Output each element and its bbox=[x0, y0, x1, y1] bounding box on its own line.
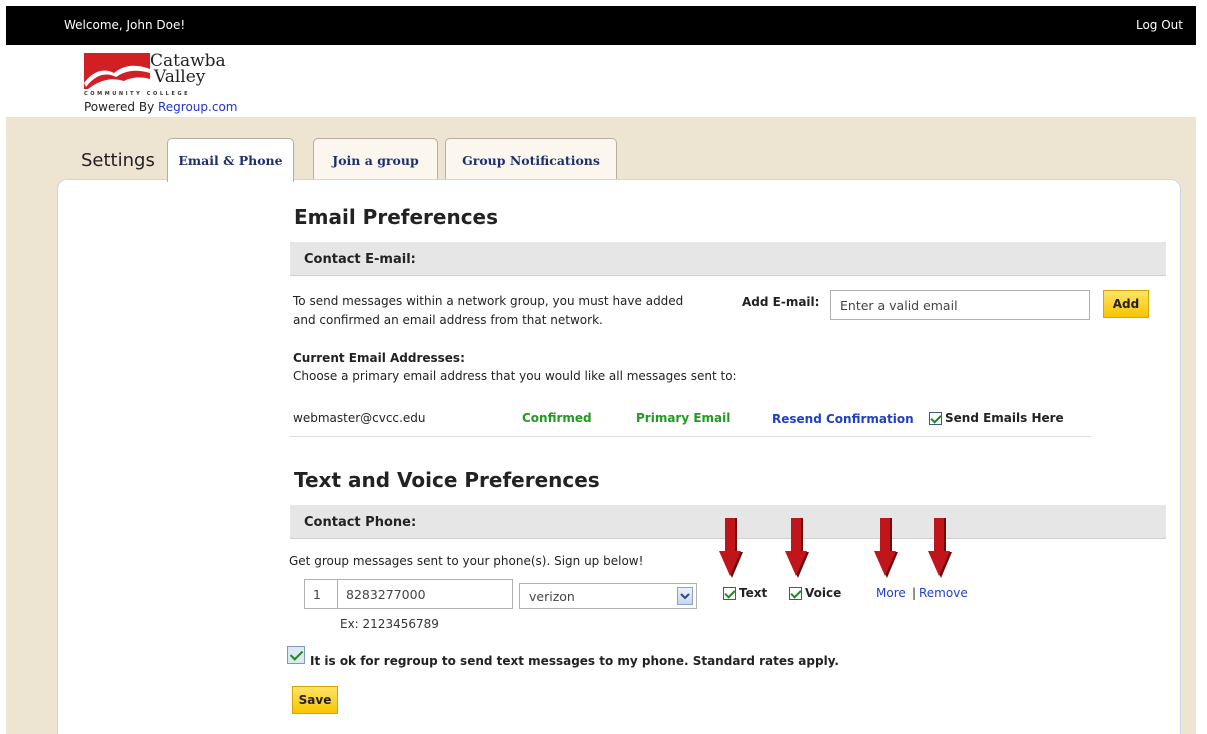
contact-phone-label: Contact Phone: bbox=[304, 515, 417, 530]
send-emails-here-label: Send Emails Here bbox=[945, 411, 1064, 425]
college-name: Catawba Valley bbox=[150, 53, 226, 87]
resend-confirmation-link[interactable]: Resend Confirmation bbox=[772, 410, 914, 428]
phone-example: Ex: 2123456789 bbox=[340, 617, 439, 631]
link-separator: | bbox=[912, 586, 917, 600]
text-label: Text bbox=[739, 586, 768, 600]
primary-email-label: Primary Email bbox=[636, 411, 731, 425]
red-down-arrow-icon bbox=[785, 518, 809, 578]
text-voice-preferences-heading: Text and Voice Preferences bbox=[294, 468, 600, 492]
college-logo-icon bbox=[84, 53, 150, 89]
regroup-link[interactable]: Regroup.com bbox=[158, 100, 237, 114]
remove-link[interactable]: Remove bbox=[919, 584, 968, 602]
red-down-arrow-icon bbox=[928, 518, 952, 578]
carrier-value: verizon bbox=[529, 589, 575, 604]
carrier-select[interactable]: verizon bbox=[519, 583, 697, 609]
current-email-heading: Current Email Addresses: bbox=[293, 351, 465, 365]
powered-by: Powered By Regroup.com bbox=[84, 100, 237, 114]
red-down-arrow-icon bbox=[874, 518, 898, 578]
tab-join-group[interactable]: Join a group bbox=[313, 138, 438, 180]
tab-group-notifications[interactable]: Group Notifications bbox=[445, 138, 617, 180]
send-emails-here-checkbox[interactable] bbox=[929, 412, 942, 425]
email-description-line2: and confirmed an email address from that… bbox=[293, 313, 603, 327]
save-button[interactable]: Save bbox=[292, 686, 338, 714]
contact-email-label: Contact E-mail: bbox=[304, 252, 416, 267]
college-subtitle: COMMUNITY COLLEGE bbox=[84, 91, 191, 97]
add-email-label: Add E-mail: bbox=[742, 295, 820, 309]
email-input-placeholder: Enter a valid email bbox=[840, 298, 958, 313]
red-down-arrow-icon bbox=[719, 518, 743, 578]
phone-number-value: 8283277000 bbox=[346, 587, 426, 602]
powered-by-label: Powered By bbox=[84, 100, 155, 114]
chevron-down-icon[interactable] bbox=[677, 587, 693, 605]
welcome-message: Welcome, John Doe! bbox=[64, 18, 186, 32]
email-address: webmaster@cvcc.edu bbox=[293, 411, 426, 425]
phone-instruction: Get group messages sent to your phone(s)… bbox=[289, 554, 644, 568]
text-checkbox[interactable] bbox=[723, 587, 736, 600]
country-code-value: 1 bbox=[313, 587, 321, 602]
voice-checkbox[interactable] bbox=[789, 587, 802, 600]
voice-label: Voice bbox=[805, 586, 842, 600]
email-description-line1: To send messages within a network group,… bbox=[293, 294, 684, 308]
tab-email-phone[interactable]: Email & Phone bbox=[167, 138, 294, 182]
email-preferences-heading: Email Preferences bbox=[294, 205, 499, 229]
phone-number-input[interactable]: 1 8283277000 bbox=[304, 579, 513, 609]
more-link[interactable]: More bbox=[876, 584, 906, 602]
email-status-confirmed: Confirmed bbox=[522, 411, 592, 425]
logout-link[interactable]: Log Out bbox=[1136, 18, 1183, 32]
college-name-line2: Valley bbox=[154, 67, 206, 87]
email-row-divider bbox=[290, 436, 1091, 437]
settings-title: Settings bbox=[81, 150, 155, 171]
country-code-divider bbox=[337, 580, 338, 608]
top-bar: Welcome, John Doe! Log Out bbox=[6, 6, 1196, 45]
contact-email-bar: Contact E-mail: bbox=[290, 242, 1166, 276]
add-email-button[interactable]: Add bbox=[1103, 290, 1149, 318]
email-input[interactable]: Enter a valid email bbox=[830, 290, 1090, 320]
current-email-instruction: Choose a primary email address that you … bbox=[293, 369, 737, 383]
consent-checkbox[interactable] bbox=[287, 646, 305, 664]
brand-logo[interactable]: Catawba Valley COMMUNITY COLLEGE Powered… bbox=[84, 53, 284, 115]
consent-label: It is ok for regroup to send text messag… bbox=[310, 654, 839, 668]
